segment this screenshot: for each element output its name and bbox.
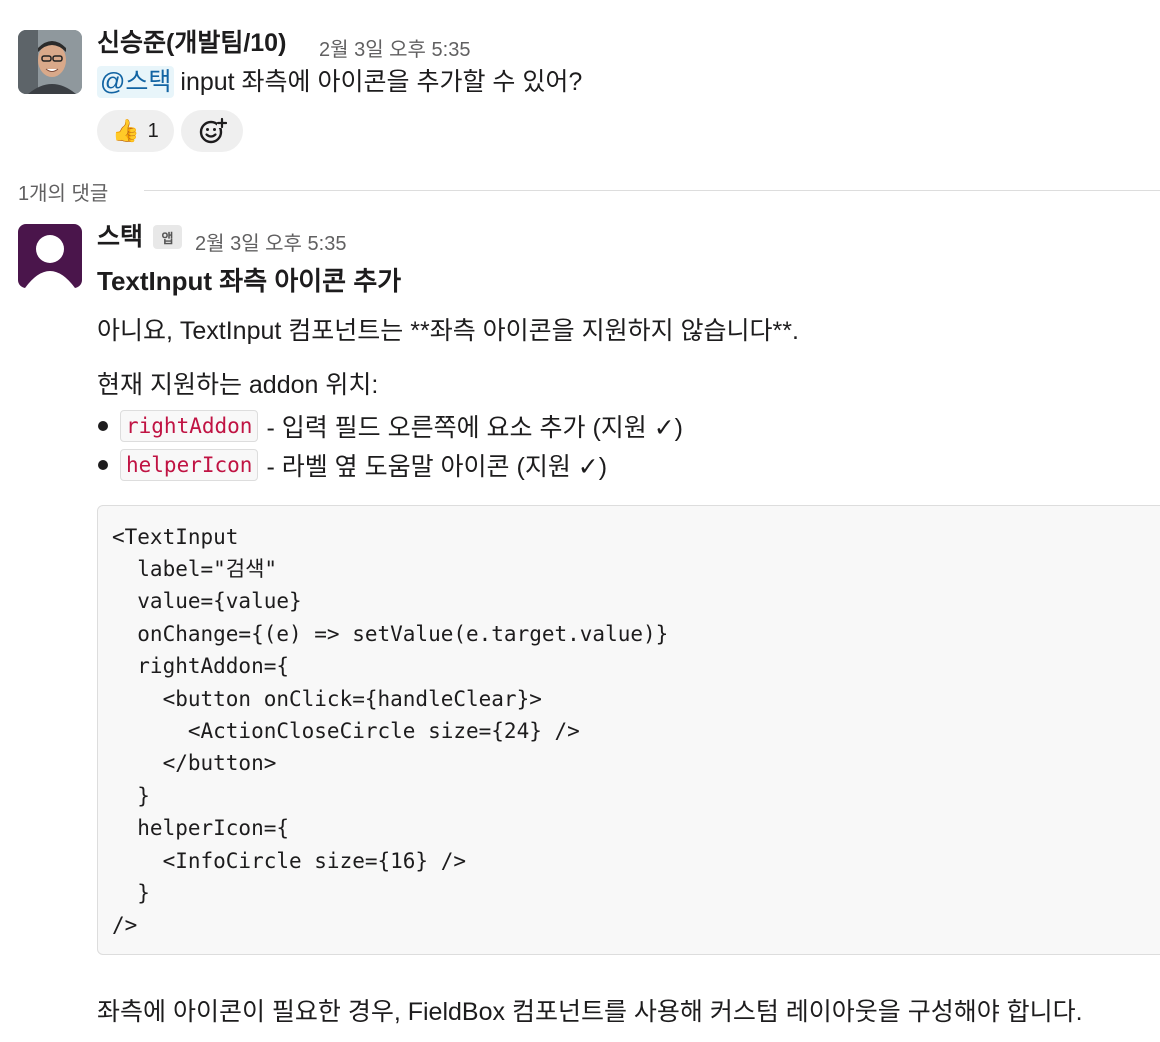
message-author[interactable]: 스택 — [97, 222, 143, 252]
list-item: helperIcon - 라벨 옆 도움말 아이콘 (지원 ✓) — [98, 447, 607, 483]
bullet-icon — [98, 460, 108, 470]
app-badge: 앱 — [153, 225, 182, 249]
code-line: /> — [112, 913, 138, 937]
reply-paragraph: 아니요, TextInput 컴포넌트는 **좌측 아이콘을 지원하지 않습니다… — [97, 317, 799, 345]
message-timestamp[interactable]: 2월 3일 오후 5:35 — [319, 33, 470, 62]
message-author[interactable]: 신승준(개발팀/10) — [97, 28, 286, 58]
user-mention[interactable]: @스택 — [97, 66, 175, 98]
thread-divider — [144, 190, 1160, 191]
code-line: helperIcon={ — [112, 816, 290, 840]
code-line: } — [112, 784, 150, 808]
add-reaction-icon — [199, 117, 227, 144]
inline-code: helperIcon — [120, 449, 259, 481]
code-line: } — [112, 881, 150, 905]
bullet-icon — [98, 421, 108, 431]
inline-code: rightAddon — [120, 410, 259, 442]
message-text: @스택 input 좌측에 아이콘을 추가할 수 있어? — [97, 66, 582, 98]
code-line: rightAddon={ — [112, 654, 290, 678]
closing-paragraph: 좌측에 아이콘이 필요한 경우, FieldBox 컴포넌트를 사용해 커스텀 … — [97, 998, 1083, 1026]
reply-title: TextInput 좌측 아이콘 추가 — [97, 266, 402, 296]
code-line: <TextInput — [112, 525, 239, 549]
user-photo-icon — [18, 30, 82, 94]
code-line: <InfoCircle size={16} /> — [112, 849, 467, 873]
code-line: value={value} — [112, 589, 302, 613]
thread-reply-count: 1개의 댓글 — [18, 183, 109, 205]
message-body: input 좌측에 아이콘을 추가할 수 있어? — [180, 68, 583, 96]
list-item: rightAddon - 입력 필드 오른쪽에 요소 추가 (지원 ✓) — [98, 408, 683, 444]
code-block[interactable]: <TextInput label="검색" value={value} onCh… — [97, 505, 1160, 955]
person-silhouette-icon — [25, 235, 75, 288]
thumbs-up-icon: 👍 — [112, 118, 140, 143]
user-avatar[interactable] — [18, 30, 82, 94]
code-line: onChange={(e) => setValue(e.target.value… — [112, 622, 669, 646]
code-line: <ActionCloseCircle size={24} /> — [112, 719, 580, 743]
code-line: label="검색" — [112, 557, 278, 581]
list-item-text: - 라벨 옆 도움말 아이콘 (지원 ✓) — [266, 453, 608, 481]
reaction-thumbs-up[interactable]: 👍 1 — [97, 110, 174, 152]
message-timestamp[interactable]: 2월 3일 오후 5:35 — [195, 227, 346, 256]
list-item-text: - 입력 필드 오른쪽에 요소 추가 (지원 ✓) — [266, 414, 683, 442]
reaction-count: 1 — [147, 119, 159, 142]
app-avatar[interactable] — [18, 224, 82, 288]
addon-heading: 현재 지원하는 addon 위치: — [97, 371, 379, 399]
code-line: </button> — [112, 751, 277, 775]
code-line: <button onClick={handleClear}> — [112, 687, 542, 711]
add-reaction-button[interactable] — [181, 110, 243, 152]
